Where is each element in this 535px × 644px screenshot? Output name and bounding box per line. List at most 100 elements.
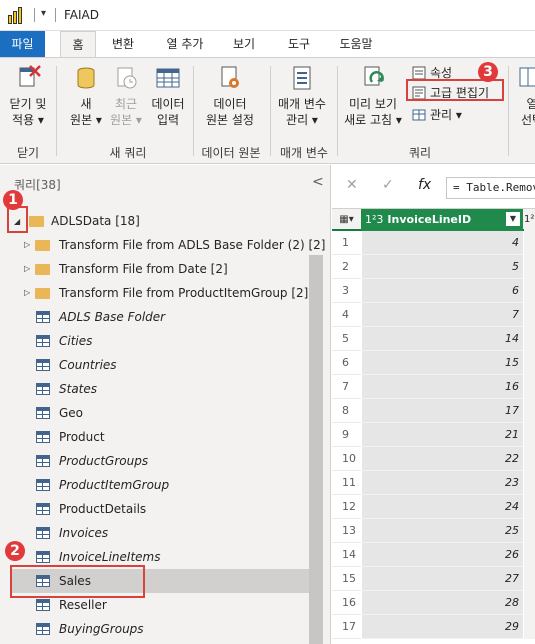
- callout-2: 2: [5, 541, 25, 561]
- table-icon: [36, 623, 50, 635]
- expand-triangle-icon[interactable]: ▷: [24, 257, 30, 281]
- highlight-sales-query: [10, 565, 145, 598]
- folder-icon: [35, 240, 50, 251]
- table-row[interactable]: 25: [332, 255, 535, 279]
- window-title: FAIAD: [64, 8, 99, 22]
- query-item[interactable]: Geo: [0, 401, 311, 425]
- fx-icon[interactable]: fx: [418, 177, 431, 193]
- quick-access-dropdown-icon[interactable]: ▾: [41, 8, 46, 19]
- table-cell: [524, 351, 535, 375]
- filter-dropdown-icon[interactable]: ▼: [506, 212, 520, 226]
- query-item[interactable]: Invoices: [0, 521, 311, 545]
- table-icon: [36, 407, 50, 419]
- group-label-data-sources: 데이터 원본: [201, 146, 261, 160]
- query-item[interactable]: Product: [0, 425, 311, 449]
- row-number: 15: [332, 567, 361, 591]
- row-number: 3: [332, 279, 361, 303]
- column-header-invoicelineid[interactable]: 1²3 InvoiceLineID ▼: [361, 209, 523, 231]
- query-item[interactable]: BuyingGroups: [0, 617, 311, 641]
- manage-button[interactable]: 관리 ▾: [412, 106, 462, 123]
- row-number: 13: [332, 519, 361, 543]
- row-number: 2: [332, 255, 361, 279]
- query-item[interactable]: ProductDetails: [0, 497, 311, 521]
- tab-file[interactable]: 파일: [0, 31, 45, 58]
- table-cell: [524, 519, 535, 543]
- row-number: 4: [332, 303, 361, 327]
- query-item[interactable]: ProductItemGroup: [0, 473, 311, 497]
- table-cell: [524, 231, 535, 255]
- query-item[interactable]: Countries: [0, 353, 311, 377]
- table-icon: [36, 479, 50, 491]
- confirm-icon[interactable]: ✓: [382, 177, 394, 193]
- table-icon: [36, 359, 50, 371]
- table-cell: 27: [362, 567, 523, 591]
- tab-view[interactable]: 보기: [229, 31, 259, 58]
- table-row[interactable]: 16 28: [332, 591, 535, 615]
- table-row[interactable]: 14: [332, 231, 535, 255]
- table-cell: 16: [362, 375, 523, 399]
- table-row[interactable]: 9 21: [332, 423, 535, 447]
- tab-tools[interactable]: 도구: [284, 31, 314, 58]
- queries-scrollbar[interactable]: [309, 255, 323, 644]
- tab-home[interactable]: 홈: [60, 31, 96, 58]
- query-item[interactable]: ADLS Base Folder: [0, 305, 311, 329]
- table-row[interactable]: 7 16: [332, 375, 535, 399]
- recent-sources-button[interactable]: 최근 원본 ▾: [106, 64, 146, 128]
- tab-add-column[interactable]: 열 추가: [160, 31, 210, 58]
- collapse-pane-icon[interactable]: <: [312, 174, 324, 190]
- subfolder-item[interactable]: ▷ Transform File from Date [2]: [0, 257, 311, 281]
- manage-parameters-button[interactable]: 매개 변수 관리 ▾: [272, 64, 332, 128]
- query-item[interactable]: Cities: [0, 329, 311, 353]
- table-row[interactable]: 47: [332, 303, 535, 327]
- table-cell: [524, 615, 535, 639]
- table-row[interactable]: 8 17: [332, 399, 535, 423]
- table-icon: [36, 527, 50, 539]
- folder-adlsdata[interactable]: ◢ ADLSData [18]: [0, 209, 311, 233]
- expand-triangle-icon[interactable]: ▷: [24, 281, 30, 305]
- subfolder-item[interactable]: ▷ Transform File from ADLS Base Folder (…: [0, 233, 325, 257]
- table-row[interactable]: 6 15: [332, 351, 535, 375]
- expand-triangle-icon[interactable]: ▷: [24, 233, 30, 257]
- cancel-icon[interactable]: ✕: [346, 177, 358, 193]
- table-cell: 5: [362, 255, 523, 279]
- table-row[interactable]: 5 14: [332, 327, 535, 351]
- close-apply-icon: [14, 64, 42, 92]
- number-type-icon[interactable]: 1²3: [365, 213, 383, 226]
- table-cell: [524, 423, 535, 447]
- table-cell: [524, 327, 535, 351]
- table-row[interactable]: 17 29: [332, 615, 535, 639]
- group-label-close: 닫기: [16, 146, 40, 160]
- enter-data-button[interactable]: 데이터 입력: [148, 64, 188, 128]
- table-cell: 24: [362, 495, 523, 519]
- row-number: 1: [332, 231, 361, 255]
- table-cell: 17: [362, 399, 523, 423]
- subfolder-item[interactable]: ▷ Transform File from ProductItemGroup […: [0, 281, 311, 305]
- formula-input[interactable]: = Table.RemoveColumns(: [446, 177, 535, 199]
- table-row[interactable]: 13 25: [332, 519, 535, 543]
- title-bar: ▾ FAIAD: [0, 0, 535, 31]
- refresh-preview-button[interactable]: 미리 보기 새로 고침 ▾: [340, 64, 406, 128]
- choose-columns-button[interactable]: 열 선택: [512, 64, 535, 128]
- new-source-button[interactable]: 새 원본 ▾: [66, 64, 106, 128]
- table-row[interactable]: 14 26: [332, 543, 535, 567]
- power-bi-logo-icon: [8, 7, 24, 24]
- query-item[interactable]: ProductGroups: [0, 449, 311, 473]
- table-row[interactable]: 15 27: [332, 567, 535, 591]
- data-source-settings-button[interactable]: 데이터 원본 설정: [198, 64, 262, 128]
- table-row[interactable]: 12 24: [332, 495, 535, 519]
- grid-header: ▦▾ 1²3 InvoiceLineID ▼ 1²: [332, 209, 535, 231]
- callout-3: 3: [478, 62, 498, 82]
- close-apply-button[interactable]: 닫기 및 적용 ▾: [4, 64, 52, 128]
- table-row[interactable]: 11 23: [332, 471, 535, 495]
- table-row[interactable]: 36: [332, 279, 535, 303]
- tab-transform[interactable]: 변환: [108, 31, 138, 58]
- table-cell: [524, 495, 535, 519]
- column-header-next[interactable]: 1²: [524, 209, 535, 231]
- query-item[interactable]: States: [0, 377, 311, 401]
- table-cell: 26: [362, 543, 523, 567]
- table-row[interactable]: 10 22: [332, 447, 535, 471]
- table-cell: [524, 279, 535, 303]
- table-menu-icon[interactable]: ▦▾: [332, 209, 361, 231]
- ribbon-home: 닫기 및 적용 ▾ 새 원본 ▾ 최근 원본 ▾ 데이터 입력 데이터 원본 설…: [0, 57, 535, 164]
- tab-help[interactable]: 도움말: [334, 31, 378, 58]
